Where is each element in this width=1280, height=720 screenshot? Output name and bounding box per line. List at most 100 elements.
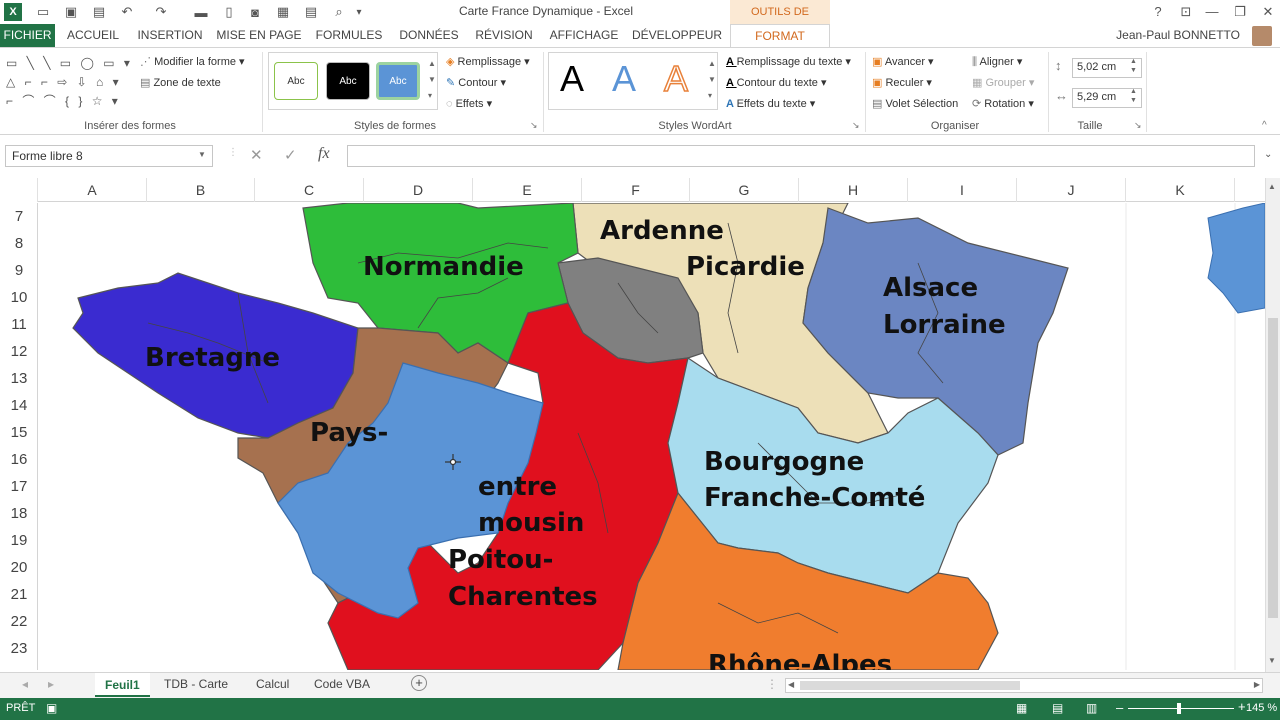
tab-affichage[interactable]: AFFICHAGE — [546, 24, 622, 47]
row-header[interactable]: 14 — [0, 392, 38, 419]
row-header[interactable]: 15 — [0, 419, 38, 446]
shape-gallery[interactable]: ▭ ╲ ╲ ▭ ◯ ▭ ▾ △ ⌐ ⌐ ⇨ ⇩ ⌂ ▾ ⌐ ⌒ ⌒ { } ☆ … — [6, 54, 134, 111]
shape-style-black[interactable]: Abc — [326, 62, 370, 100]
user-name[interactable]: Jean-Paul BONNETTO — [1116, 28, 1240, 42]
scroll-right-icon[interactable]: ▶ — [1254, 680, 1260, 689]
collapse-ribbon-icon[interactable]: ^ — [1262, 120, 1267, 131]
help-icon[interactable]: ? — [1146, 2, 1170, 22]
tab-insertion[interactable]: INSERTION — [134, 24, 206, 47]
sheet-tab-code-vba[interactable]: Code VBA — [314, 677, 370, 691]
shape-outline-button[interactable]: ✎ Contour ▾ — [446, 76, 506, 89]
row-header[interactable]: 19 — [0, 527, 38, 554]
rotate-button[interactable]: ⟳ Rotation ▾ — [972, 97, 1034, 110]
zoom-level[interactable]: 145 % — [1246, 702, 1277, 714]
page-break-view-icon[interactable]: ▥ — [1086, 701, 1097, 715]
column-header-c[interactable]: C — [255, 178, 364, 202]
vertical-scroll-thumb[interactable] — [1268, 318, 1278, 618]
text-fill-button[interactable]: A Remplissage du texte ▾ — [726, 55, 851, 68]
zoom-slider[interactable] — [1128, 708, 1234, 709]
scroll-up-icon[interactable]: ▲ — [1268, 182, 1276, 191]
column-header-k[interactable]: K — [1126, 178, 1235, 202]
sheet-tab-tdb-carte[interactable]: TDB - Carte — [164, 677, 228, 691]
sheet-tab-feuil1[interactable]: Feuil1 — [95, 673, 150, 697]
shape-effects-button[interactable]: ◌ Effets ▾ — [446, 97, 492, 110]
wordart-scroll-icon[interactable]: ▲ ▼ ▾ — [708, 56, 716, 104]
column-header-j[interactable]: J — [1017, 178, 1126, 202]
tab-split-handle-icon[interactable]: ⋮ — [766, 677, 778, 691]
wordart-orange-outline[interactable]: A — [663, 57, 689, 100]
wordart-black[interactable]: A — [560, 58, 584, 100]
column-header-a[interactable]: A — [38, 178, 147, 202]
column-header-i[interactable]: I — [908, 178, 1017, 202]
restore-icon[interactable]: ❐ — [1228, 2, 1252, 22]
select-all-corner[interactable] — [0, 178, 38, 202]
text-effects-button[interactable]: A Effets du texte ▾ — [726, 97, 815, 110]
offscreen-shape[interactable] — [1207, 203, 1265, 314]
normal-view-icon[interactable]: ▦ — [1016, 701, 1027, 715]
height-spin-icon[interactable]: ▲ ▼ — [1130, 57, 1137, 75]
tab-developpeur[interactable]: DÉVELOPPEUR — [632, 24, 722, 47]
row-header[interactable]: 8 — [0, 230, 38, 257]
dialog-launcher-icon[interactable]: ↘ — [1134, 120, 1142, 131]
row-header[interactable]: 16 — [0, 446, 38, 473]
name-box[interactable]: Forme libre 8 — [5, 145, 213, 167]
row-header[interactable]: 22 — [0, 608, 38, 635]
dialog-launcher-icon[interactable]: ↘ — [530, 120, 538, 131]
name-box-dropdown-icon[interactable]: ▼ — [198, 150, 206, 159]
enter-icon[interactable]: ✓ — [284, 146, 297, 164]
dialog-launcher-icon[interactable]: ↘ — [852, 120, 860, 131]
row-header[interactable]: 12 — [0, 338, 38, 365]
shape-style-white[interactable]: Abc — [274, 62, 318, 100]
tab-format[interactable]: FORMAT — [730, 24, 830, 47]
vertical-scrollbar[interactable]: ▲ ▼ — [1265, 178, 1280, 672]
bring-forward-button[interactable]: ▣ Avancer ▾ — [872, 55, 934, 68]
zoom-out-icon[interactable]: – — [1116, 700, 1123, 715]
macro-record-icon[interactable]: ▣ — [46, 701, 57, 715]
shape-style-blue[interactable]: Abc — [376, 62, 420, 100]
horizontal-scroll-thumb[interactable] — [800, 681, 1020, 690]
row-header[interactable]: 17 — [0, 473, 38, 500]
close-icon[interactable]: ✕ — [1256, 2, 1280, 22]
avatar[interactable] — [1252, 26, 1272, 46]
column-header-f[interactable]: F — [582, 178, 690, 202]
minimize-icon[interactable]: — — [1200, 2, 1224, 22]
width-spin-icon[interactable]: ▲ ▼ — [1130, 87, 1137, 105]
selection-pane-button[interactable]: ▤ Volet Sélection — [872, 97, 958, 110]
shape-row-2[interactable]: △ ⌐ ⌐ ⇨ ⇩ ⌂ ▾ — [6, 73, 134, 92]
column-header-b[interactable]: B — [147, 178, 255, 202]
text-outline-button[interactable]: A Contour du texte ▾ — [726, 76, 827, 89]
tab-revision[interactable]: RÉVISION — [472, 24, 536, 47]
column-header-d[interactable]: D — [364, 178, 473, 202]
row-header[interactable]: 13 — [0, 365, 38, 392]
tab-formules[interactable]: FORMULES — [312, 24, 386, 47]
tab-mise-en-page[interactable]: MISE EN PAGE — [216, 24, 302, 47]
row-header[interactable]: 21 — [0, 581, 38, 608]
horizontal-scrollbar[interactable]: ◀ ▶ — [785, 678, 1263, 693]
insert-function-icon[interactable]: fx — [318, 145, 330, 163]
row-header[interactable]: 10 — [0, 284, 38, 311]
shape-row-1[interactable]: ▭ ╲ ╲ ▭ ◯ ▭ ▾ — [6, 54, 134, 73]
row-header[interactable]: 7 — [0, 203, 38, 230]
scroll-down-icon[interactable]: ▼ — [1268, 656, 1276, 665]
gallery-scroll-icon[interactable]: ▲ ▼ ▾ — [428, 56, 436, 104]
column-header-e[interactable]: E — [473, 178, 582, 202]
row-header[interactable]: 18 — [0, 500, 38, 527]
send-backward-button[interactable]: ▣ Reculer ▾ — [872, 76, 932, 89]
align-button[interactable]: ⫼ Aligner ▾ — [972, 55, 1022, 69]
scroll-left-icon[interactable]: ◀ — [788, 680, 794, 689]
zoom-slider-knob[interactable] — [1177, 703, 1181, 714]
wordart-blue[interactable]: A — [612, 58, 636, 100]
row-header[interactable]: 11 — [0, 311, 38, 338]
text-box-button[interactable]: ▤ Zone de texte — [140, 76, 221, 89]
row-header[interactable]: 20 — [0, 554, 38, 581]
cancel-icon[interactable]: ✕ — [250, 146, 263, 164]
column-header-h[interactable]: H — [799, 178, 908, 202]
row-header[interactable]: 9 — [0, 257, 38, 284]
row-header[interactable]: 23 — [0, 635, 38, 662]
worksheet-grid[interactable]: Ardenne Normandie Picardie Alsace Lorrai… — [38, 203, 1265, 670]
sheet-tab-calcul[interactable]: Calcul — [256, 677, 289, 691]
page-layout-view-icon[interactable]: ▤ — [1052, 701, 1063, 715]
column-header-g[interactable]: G — [690, 178, 799, 202]
tab-donnees[interactable]: DONNÉES — [396, 24, 462, 47]
group-button[interactable]: ▦ Grouper ▾ — [972, 76, 1034, 89]
